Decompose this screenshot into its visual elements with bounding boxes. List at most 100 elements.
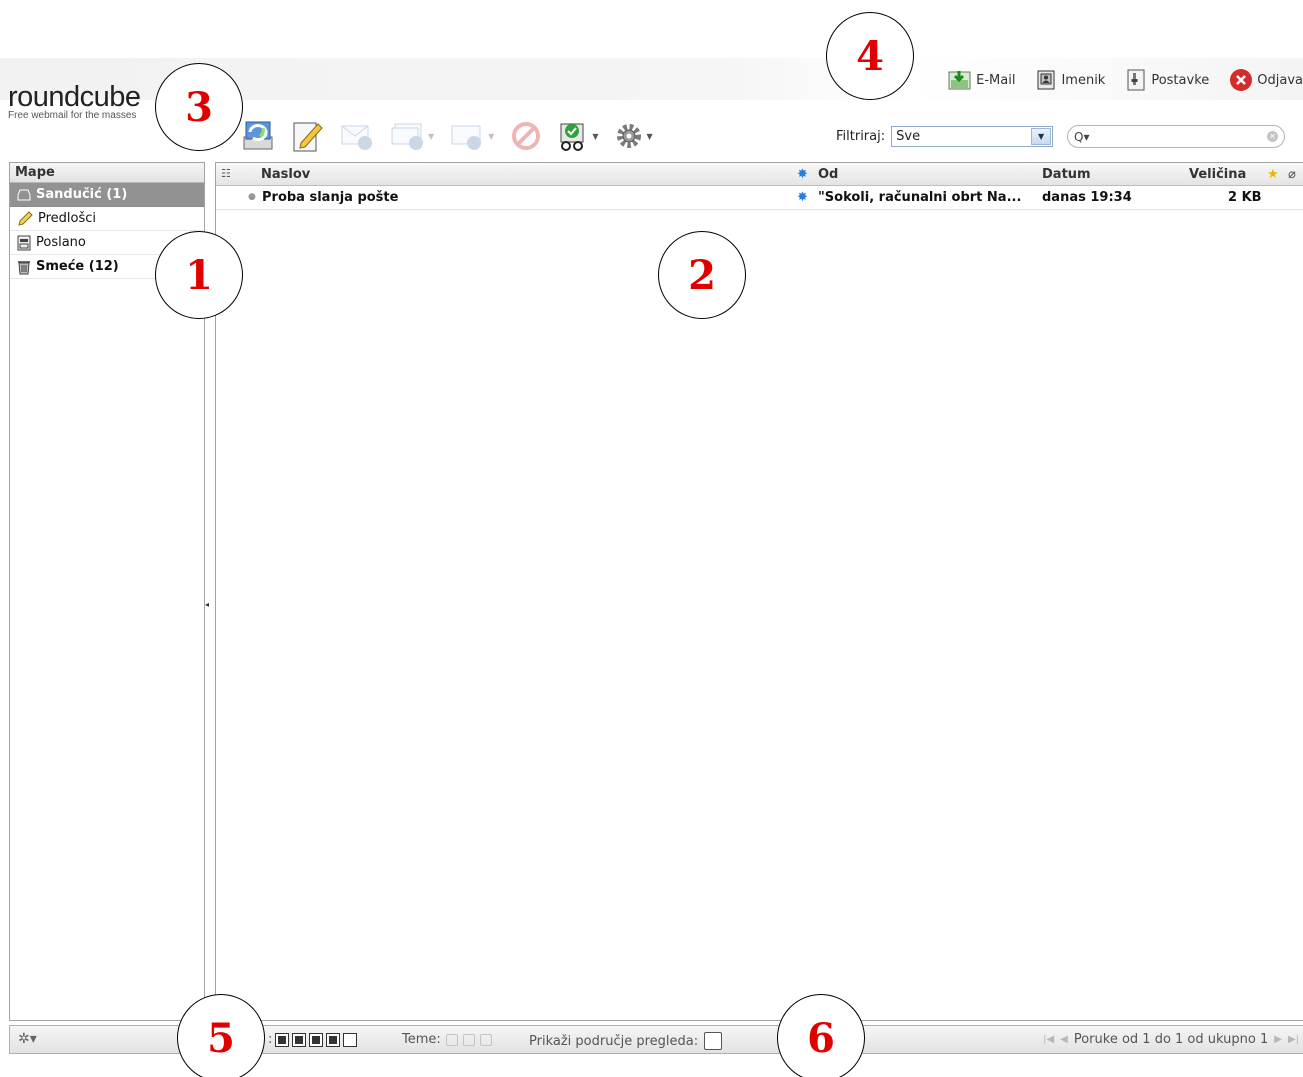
layout-icon[interactable] [275,1032,290,1047]
sent-icon [17,235,31,250]
pencil-icon [18,210,33,226]
layout-icon[interactable] [292,1032,307,1047]
next-page-icon[interactable]: ▶ [1274,1034,1282,1045]
flag-column-icon[interactable]: ★ [1267,167,1279,182]
folder-label: Poslano [36,235,86,250]
search-input[interactable]: Q▾ ✕ [1067,125,1285,148]
delete-icon [512,122,541,150]
address-book-icon [1037,70,1055,90]
filter-label: Filtriraj: [836,129,886,144]
delete-button[interactable] [510,120,542,152]
previous-page-icon[interactable]: ◀ [1060,1034,1068,1045]
filter-selected-value: Sve [896,129,921,144]
reply-all-menu-caret[interactable]: ▼ [428,132,434,141]
first-page-icon[interactable]: |◀ [1043,1034,1054,1045]
logo-name: roundcube [8,81,141,113]
folder-templates[interactable]: Predlošci [10,207,204,231]
trash-icon [18,260,30,274]
settings-doc-icon [1127,69,1145,91]
message-list-header: ☷ Naslov ✸ Od Datum Veličina ★ ⌀ [216,163,1303,186]
clear-search-icon[interactable]: ✕ [1267,131,1278,142]
unread-column-icon[interactable]: ✸ [797,167,808,182]
nav-email-label: E-Mail [976,72,1016,88]
forward-menu-caret[interactable]: ▼ [488,132,494,141]
message-from: "Sokoli, računalni obrt Na... [818,190,1022,205]
splitter-arrow-icon[interactable]: ◂ [205,600,209,609]
list-options-icon[interactable]: ☷ [221,167,231,180]
forward-icon [451,125,482,150]
logout-icon [1230,69,1253,91]
more-actions-button[interactable]: ▼ [614,120,653,152]
mark-button[interactable]: ▼ [558,119,598,153]
unread-icon: ✸ [797,190,808,205]
column-size[interactable]: Veličina [1189,167,1246,182]
compose-button[interactable] [292,119,324,153]
callout-3: 3 [155,63,243,151]
pager: |◀ ◀ Poruke od 1 do 1 od ukupno 1 ▶ ▶| [1043,1032,1299,1047]
folder-list-header: Mape [10,163,204,183]
nav-email[interactable]: E-Mail [948,69,1015,91]
nav-address-book-label: Imenik [1061,72,1106,88]
layout-selector: : [268,1032,358,1047]
mail-toolbar: ▼ ▼ ▼ ▼ [240,116,669,156]
reply-icon [341,125,372,150]
reply-all-icon [391,123,423,150]
nav-logout[interactable]: Odjava [1229,68,1303,92]
forward-button[interactable]: ▼ [450,121,494,151]
callout-4: 4 [826,12,914,100]
top-navigation: E-Mail Imenik Postavke Odjava [928,66,1303,94]
more-actions-menu-caret[interactable]: ▼ [646,132,652,141]
chevron-down-icon: ▼ [1031,128,1052,145]
callout-6: 6 [777,994,865,1077]
layout-icon[interactable] [326,1032,341,1047]
folder-inbox[interactable]: Sandučić (1) [10,183,204,207]
callout-5: 5 [177,994,265,1077]
message-status-icon: ● [248,192,256,202]
layout-label: : [268,1032,273,1047]
compose-icon [293,122,323,152]
check-mail-button[interactable] [240,119,276,153]
nav-address-book[interactable]: Imenik [1035,69,1105,91]
filter-select[interactable]: Sve ▼ [891,126,1054,147]
message-subject: Proba slanja pošte [262,190,399,205]
preview-label: Prikaži područje pregleda: [529,1033,699,1049]
themes-label: Teme: [402,1032,441,1047]
expand-threads-icon[interactable] [445,1033,458,1046]
roundcube-logo[interactable]: roundcube Free webmail for the masses [8,81,141,122]
expand-unread-icon[interactable] [462,1033,475,1046]
message-size: 2 KB [1228,190,1262,205]
preview-pane-toggle: Prikaži područje pregleda: [529,1032,723,1050]
logo-tagline: Free webmail for the masses [8,110,137,121]
last-page-icon[interactable]: ▶| [1288,1034,1299,1045]
attachment-column-icon[interactable]: ⌀ [1288,167,1296,182]
folder-footer: ✲▾ [9,1025,205,1054]
filter-control: Filtriraj: Sve ▼ [836,126,1054,147]
folder-label: Predlošci [38,211,97,226]
folder-label: Sandučić (1) [36,187,128,202]
callout-2: 2 [658,231,746,319]
thread-controls: Teme: [402,1032,492,1047]
reply-button[interactable] [340,121,374,151]
more-actions-icon [617,124,642,148]
preview-checkbox[interactable] [704,1032,723,1050]
message-list: ☷ Naslov ✸ Od Datum Veličina ★ ⌀ ● Proba… [215,162,1303,1021]
folder-actions-gear-icon[interactable]: ✲▾ [18,1031,37,1047]
nav-logout-label: Odjava [1257,72,1303,88]
layout-icon[interactable] [309,1032,324,1047]
collapse-threads-icon[interactable] [479,1033,492,1046]
nav-settings[interactable]: Postavke [1125,68,1209,92]
mark-menu-caret[interactable]: ▼ [592,132,598,141]
table-row[interactable]: ● Proba slanja pošte ✸ "Sokoli, računaln… [216,186,1303,210]
message-date: danas 19:34 [1042,190,1132,205]
nav-settings-label: Postavke [1151,72,1210,88]
search-options-icon[interactable]: Q▾ [1074,130,1089,144]
check-mail-icon [243,121,273,150]
column-subject[interactable]: Naslov [261,167,310,182]
layout-icon[interactable] [343,1032,358,1047]
column-date[interactable]: Datum [1042,167,1091,182]
message-list-footer: : Teme: Prikaži područje pregleda: |◀ ◀ … [215,1025,1303,1054]
inbox-icon [17,189,31,200]
pager-text: Poruke od 1 do 1 od ukupno 1 [1073,1032,1269,1047]
reply-all-button[interactable]: ▼ [390,121,434,151]
column-from[interactable]: Od [818,167,838,182]
